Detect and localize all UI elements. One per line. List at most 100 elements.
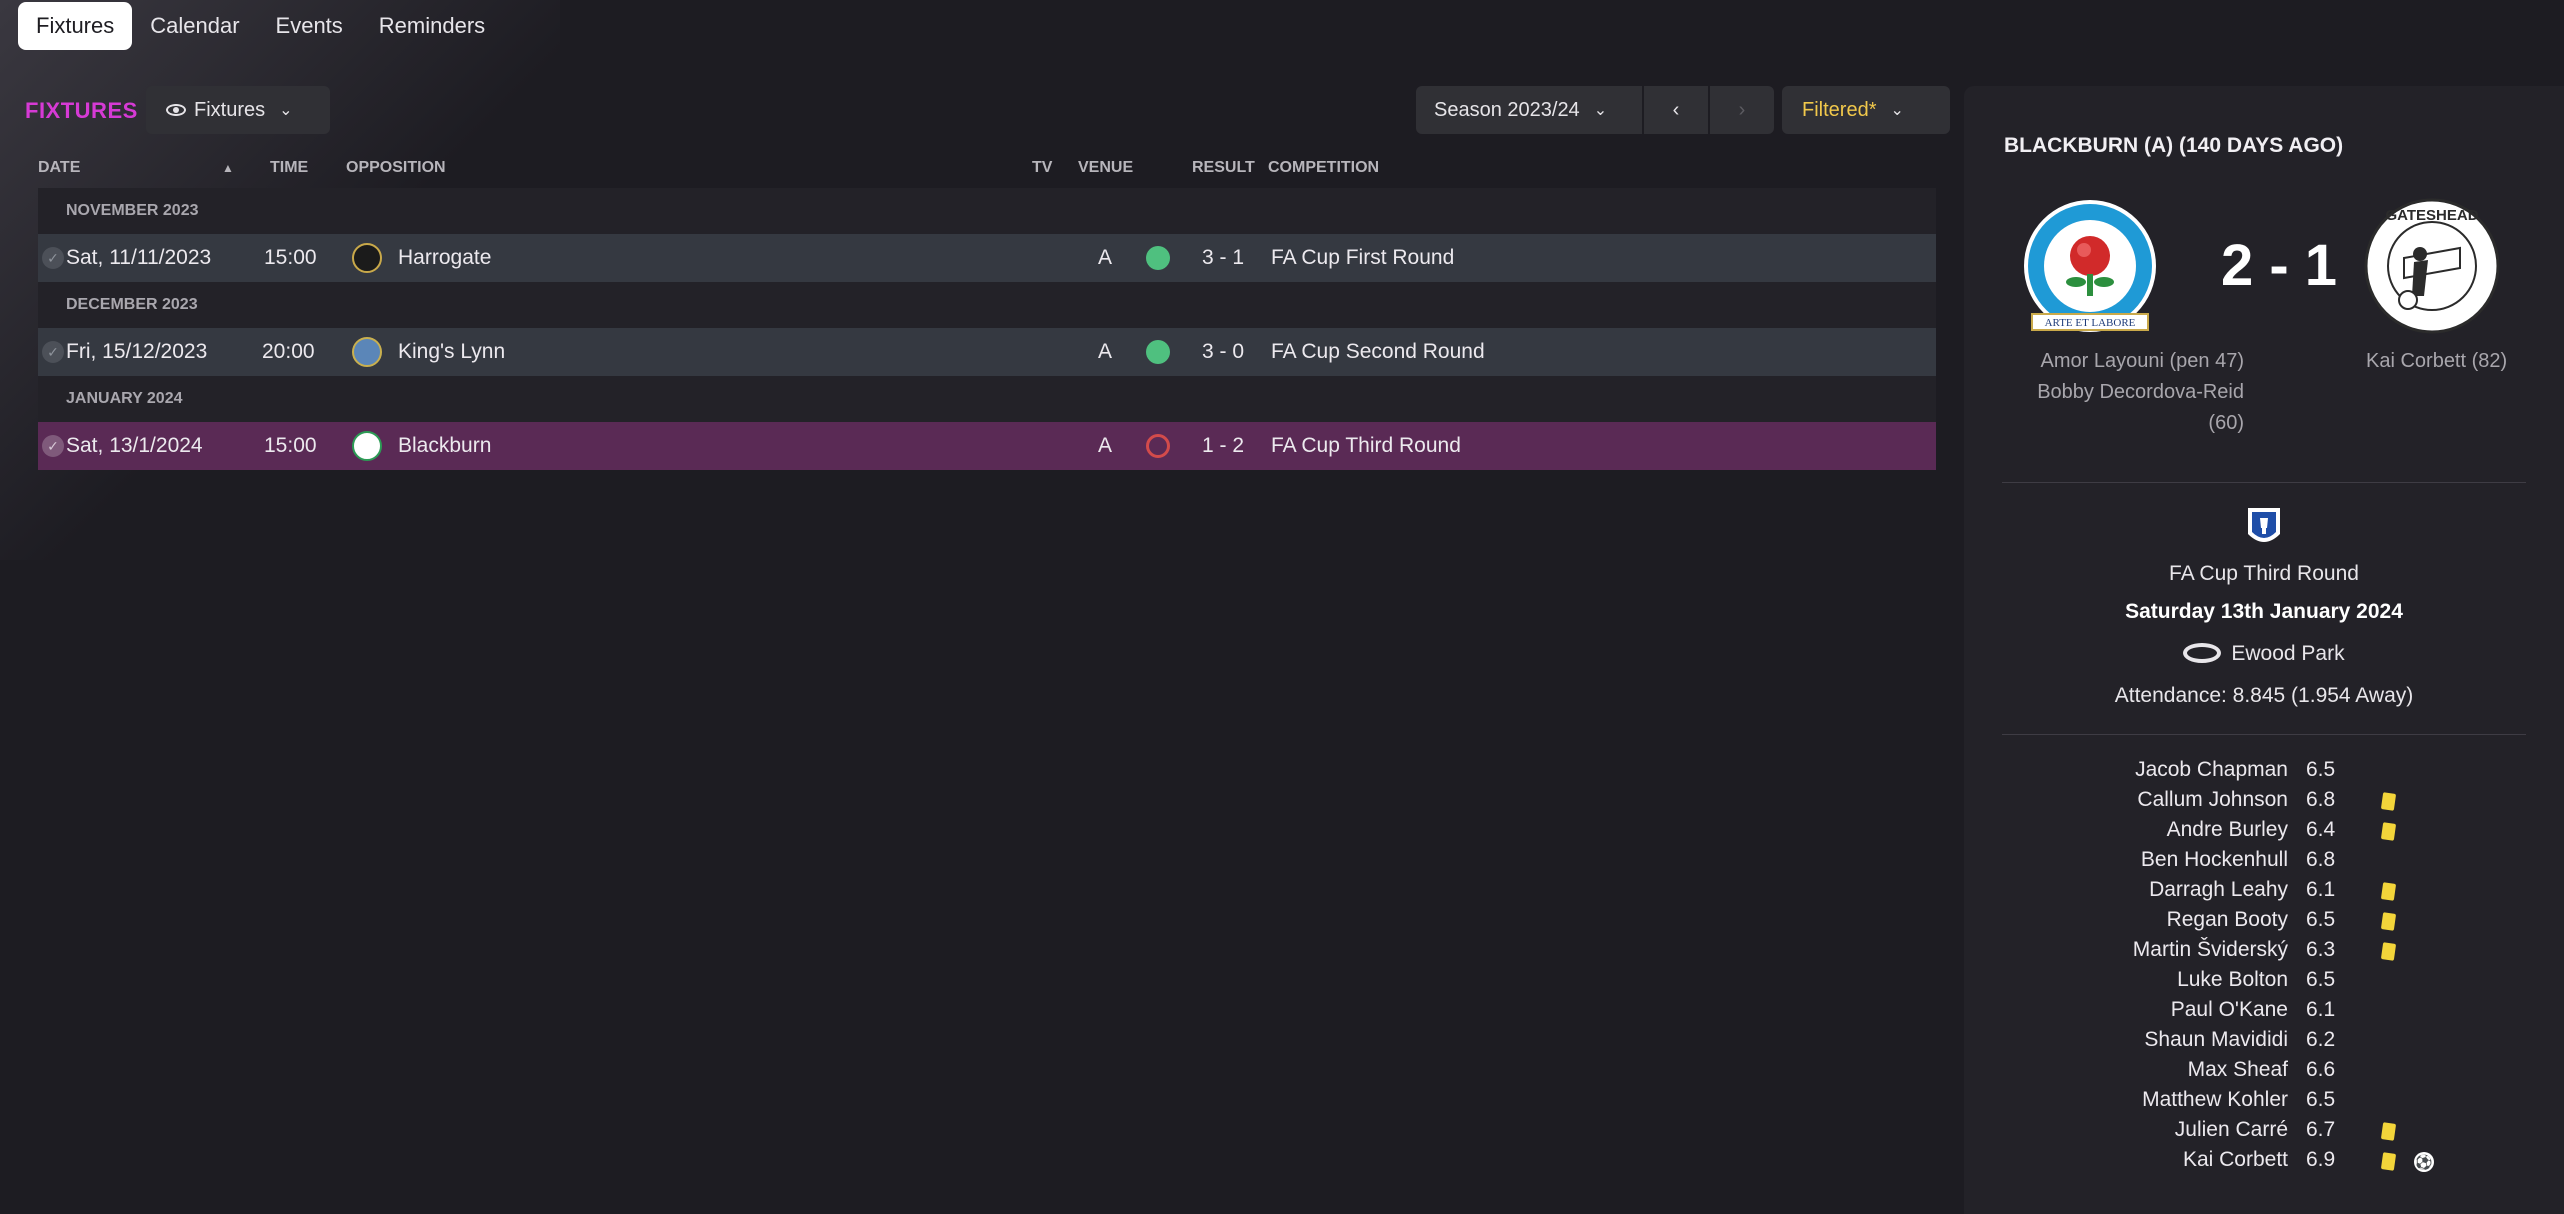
player-name[interactable]: Jacob Chapman xyxy=(2135,758,2288,782)
view-dropdown-label: Fixtures xyxy=(194,98,266,121)
table-row[interactable]: ✓ Sat, 11/11/2023 15:00 Harrogate A 3 - … xyxy=(38,234,1936,282)
player-row[interactable]: Matthew Kohler 6.5 xyxy=(1964,1084,2564,1114)
player-row[interactable]: Regan Booty 6.5 xyxy=(1964,904,2564,934)
gateshead-crest-icon[interactable]: GATESHEAD xyxy=(2364,198,2500,334)
player-rating: 6.3 xyxy=(2306,938,2336,961)
player-row[interactable]: Julien Carré 6.7 xyxy=(1964,1114,2564,1144)
column-date[interactable]: DATE xyxy=(38,159,80,177)
row-result[interactable]: 3 - 1 xyxy=(1202,246,1244,270)
view-dropdown[interactable]: Fixtures ⌄ xyxy=(146,86,330,134)
row-time: 20:00 xyxy=(262,340,315,363)
player-rating: 6.2 xyxy=(2306,1028,2336,1051)
home-scorer: (60) xyxy=(2208,412,2244,434)
yellow-card-icon xyxy=(2380,822,2397,841)
match-title: BLACKBURN (A) (140 DAYS AGO) xyxy=(2004,134,2344,157)
row-competition[interactable]: FA Cup Second Round xyxy=(1271,340,1485,364)
previous-season-button[interactable]: ‹ xyxy=(1644,86,1708,134)
player-rating: 6.6 xyxy=(2306,1058,2336,1081)
check-icon: ✓ xyxy=(42,247,64,269)
fixtures-table: DATE ▲ TIME OPPOSITION TV VENUE RESULT C… xyxy=(38,148,1936,470)
page-title: FIXTURES xyxy=(25,98,138,123)
player-name[interactable]: Paul O'Kane xyxy=(2171,998,2288,1022)
next-season-button[interactable]: › xyxy=(1710,86,1774,134)
player-row[interactable]: Darragh Leahy 6.1 xyxy=(1964,874,2564,904)
player-row[interactable]: Martin Šviderský 6.3 xyxy=(1964,934,2564,964)
table-header: DATE ▲ TIME OPPOSITION TV VENUE RESULT C… xyxy=(38,148,1936,188)
check-icon: ✓ xyxy=(42,341,64,363)
column-opposition[interactable]: OPPOSITION xyxy=(346,159,446,177)
player-name[interactable]: Max Sheaf xyxy=(2188,1058,2288,1082)
match-score: 2 - 1 xyxy=(2220,233,2338,298)
tab-reminders[interactable]: Reminders xyxy=(361,2,503,50)
row-competition[interactable]: FA Cup First Round xyxy=(1271,246,1454,270)
player-rating: 6.4 xyxy=(2306,818,2336,841)
column-result[interactable]: RESULT xyxy=(1192,159,1255,177)
row-opposition[interactable]: Harrogate xyxy=(398,246,491,270)
player-rating: 6.1 xyxy=(2306,998,2336,1021)
row-date: Sat, 13/1/2024 xyxy=(66,434,203,457)
tab-events[interactable]: Events xyxy=(258,2,361,50)
season-dropdown[interactable]: Season 2023/24 ⌄ xyxy=(1416,86,1642,134)
yellow-card-icon xyxy=(2380,912,2397,931)
away-scorer: Kai Corbett (82) xyxy=(2366,350,2508,372)
tab-fixtures[interactable]: Fixtures xyxy=(18,2,133,50)
month-group-heading: DECEMBER 2023 xyxy=(38,282,1936,328)
sort-asc-icon: ▲ xyxy=(222,161,234,175)
player-row[interactable]: Ben Hockenhull 6.8 xyxy=(1964,844,2564,874)
attendance: Attendance: 8.845 (1.954 Away) xyxy=(2114,684,2414,707)
column-venue[interactable]: VENUE xyxy=(1078,159,1133,177)
table-row[interactable]: ✓ Fri, 15/12/2023 20:00 King's Lynn A 3 … xyxy=(38,328,1936,376)
filter-dropdown[interactable]: Filtered* ⌄ xyxy=(1782,86,1950,134)
stadium-name: Ewood Park xyxy=(2231,642,2345,665)
player-rating: 6.5 xyxy=(2306,968,2336,991)
match-competition[interactable]: FA Cup Third Round xyxy=(1964,562,2564,586)
season-dropdown-label: Season 2023/24 xyxy=(1434,98,1580,121)
player-name[interactable]: Ben Hockenhull xyxy=(2141,848,2288,872)
harrogate-crest-icon xyxy=(352,243,382,273)
yellow-card-icon xyxy=(2380,942,2397,961)
kings-lynn-crest-icon xyxy=(352,337,382,367)
blackburn-crest-icon[interactable]: ARTE ET LABORE xyxy=(2022,198,2158,334)
row-venue: A xyxy=(1098,246,1113,269)
player-name[interactable]: Luke Bolton xyxy=(2177,968,2288,992)
stadium-icon xyxy=(2183,643,2222,663)
match-date: Saturday 13th January 2024 xyxy=(2125,600,2403,623)
chevron-down-icon: ⌄ xyxy=(1593,102,1608,119)
tab-calendar[interactable]: Calendar xyxy=(132,2,257,50)
player-name[interactable]: Julien Carré xyxy=(2175,1118,2288,1142)
player-name[interactable]: Regan Booty xyxy=(2167,908,2288,932)
player-name[interactable]: Shaun Mavididi xyxy=(2144,1028,2288,1052)
player-row[interactable]: Callum Johnson 6.8 xyxy=(1964,784,2564,814)
row-time: 15:00 xyxy=(264,434,317,457)
row-opposition[interactable]: Blackburn xyxy=(398,434,491,458)
player-row[interactable]: Paul O'Kane 6.1 xyxy=(1964,994,2564,1024)
row-result[interactable]: 1 - 2 xyxy=(1202,434,1244,458)
check-icon: ✓ xyxy=(42,435,64,457)
match-summary-panel: BLACKBURN (A) (140 DAYS AGO) ARTE ET LAB… xyxy=(1964,86,2564,1214)
win-indicator-icon xyxy=(1146,340,1170,364)
player-name[interactable]: Andre Burley xyxy=(2167,818,2288,842)
column-competition[interactable]: COMPETITION xyxy=(1268,159,1379,177)
column-time[interactable]: TIME xyxy=(270,159,308,177)
player-row[interactable]: Andre Burley 6.4 xyxy=(1964,814,2564,844)
chevron-down-icon: ⌄ xyxy=(279,102,293,119)
player-name[interactable]: Martin Šviderský xyxy=(2133,938,2288,962)
row-competition[interactable]: FA Cup Third Round xyxy=(1271,434,1461,458)
divider xyxy=(2002,734,2526,735)
player-name[interactable]: Matthew Kohler xyxy=(2142,1088,2288,1112)
player-row[interactable]: Shaun Mavididi 6.2 xyxy=(1964,1024,2564,1054)
player-row[interactable]: Luke Bolton 6.5 xyxy=(1964,964,2564,994)
stadium-line[interactable]: Ewood Park xyxy=(1964,642,2564,666)
player-name[interactable]: Callum Johnson xyxy=(2137,788,2288,812)
player-row[interactable]: Jacob Chapman 6.5 xyxy=(1964,754,2564,784)
player-row[interactable]: Kai Corbett 6.9 ⚽ xyxy=(1964,1144,2564,1174)
row-result[interactable]: 3 - 0 xyxy=(1202,340,1244,364)
player-row[interactable]: Max Sheaf 6.6 xyxy=(1964,1054,2564,1084)
column-tv[interactable]: TV xyxy=(1032,159,1052,177)
table-row-selected[interactable]: ✓ Sat, 13/1/2024 15:00 Blackburn A 1 - 2… xyxy=(38,422,1936,470)
row-venue: A xyxy=(1098,434,1113,457)
row-opposition[interactable]: King's Lynn xyxy=(398,340,505,364)
player-name[interactable]: Kai Corbett xyxy=(2183,1148,2288,1172)
player-name[interactable]: Darragh Leahy xyxy=(2149,878,2288,902)
filter-dropdown-label: Filtered* xyxy=(1802,98,1877,121)
